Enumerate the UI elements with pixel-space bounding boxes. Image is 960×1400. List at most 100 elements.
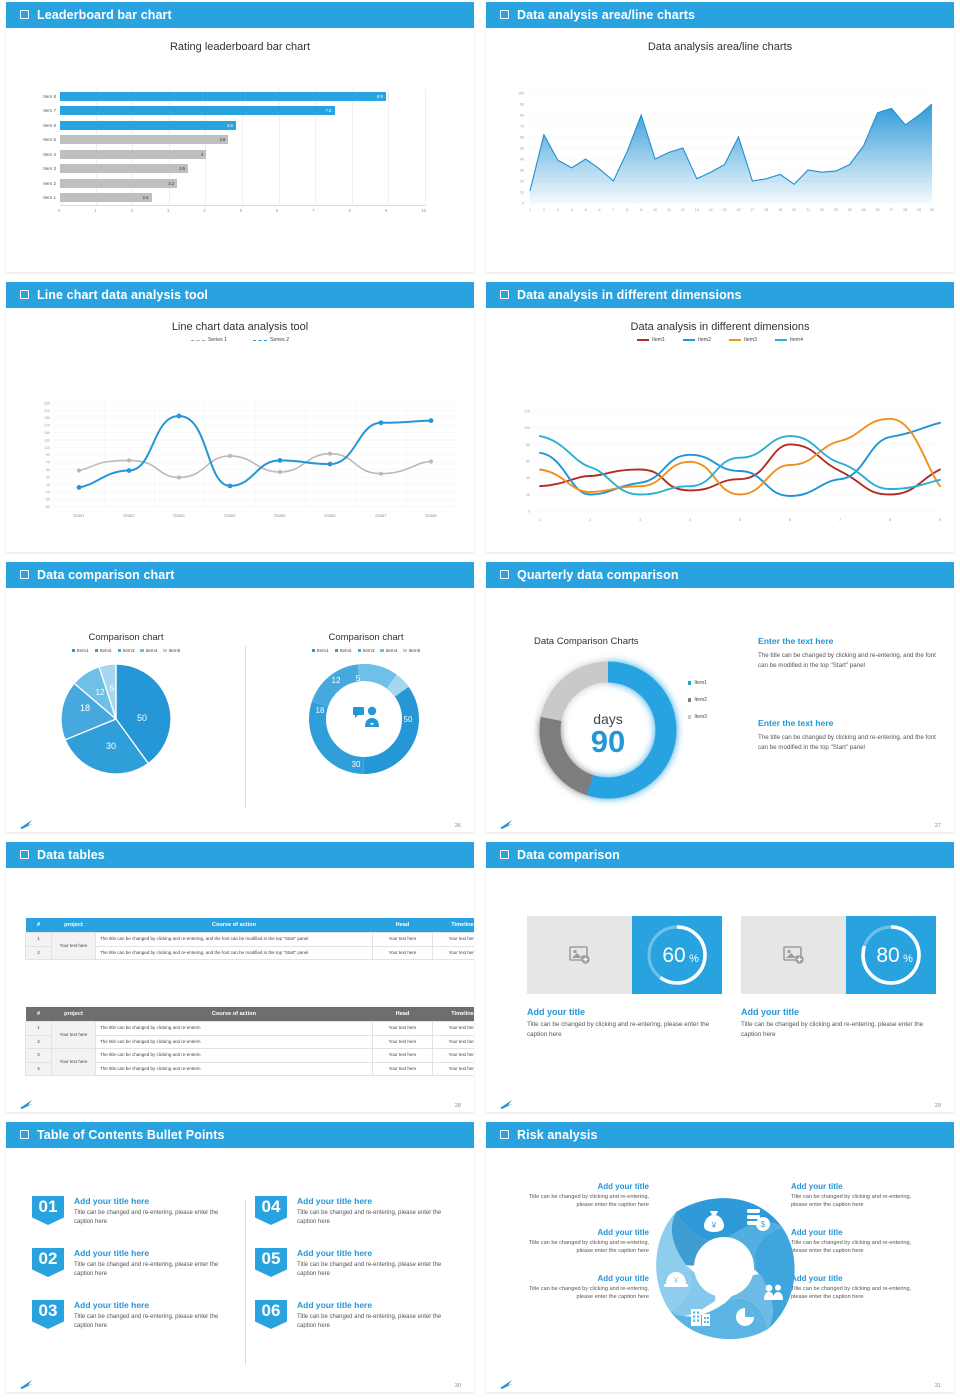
svg-text:100: 100 xyxy=(518,92,524,96)
text-block-body[interactable]: The title can be changed by clicking and… xyxy=(758,651,938,670)
svg-text:-30: -30 xyxy=(45,498,50,502)
risk-item-3[interactable]: Add your title Title can be changed by cl… xyxy=(514,1274,649,1302)
legend-label: Item2 xyxy=(339,648,352,653)
center-value: 90 xyxy=(591,724,625,759)
chart-legend: Item1 Item2 Item3 Item4 Item5 xyxy=(6,648,246,653)
legend-item[interactable]: Item4 xyxy=(140,648,157,653)
svg-text:13: 13 xyxy=(695,208,699,212)
x-tick: 6 xyxy=(275,208,279,213)
slide-header-title: Table of Contents Bullet Points xyxy=(37,1128,225,1142)
legend-item-series1[interactable]: Series 1 xyxy=(190,337,227,343)
bar-value: 4.6 xyxy=(219,137,226,143)
percent-unit: % xyxy=(903,953,913,965)
cell-course: The title can be changed by clicking and… xyxy=(95,1048,373,1063)
svg-text:8: 8 xyxy=(889,518,891,522)
image-placeholder[interactable] xyxy=(741,916,846,994)
legend-item[interactable]: Item2 xyxy=(334,648,352,653)
toc-item-04[interactable]: 04 Add your title here Title can be chang… xyxy=(255,1196,448,1227)
slide-data-tables: Data tables # project Course of action H… xyxy=(0,840,480,1120)
svg-text:0: 0 xyxy=(522,202,524,206)
x-tick: 8 xyxy=(348,208,351,213)
legend-item[interactable]: Item1 xyxy=(688,680,707,686)
data-table-primary: # project Course of action Head Timeline… xyxy=(25,918,474,961)
toc-item-03[interactable]: 03 Add your title here Title can be chang… xyxy=(32,1300,225,1331)
svg-text:12: 12 xyxy=(96,688,105,697)
legend-item[interactable]: Item3 xyxy=(117,648,134,653)
svg-text:28: 28 xyxy=(903,208,907,212)
risk-text: Title can be changed by clicking and re-… xyxy=(528,1194,649,1209)
toc-text: Title can be changed and re-entering, pl… xyxy=(297,1262,442,1277)
svg-text:9: 9 xyxy=(939,518,941,522)
toc-item-02[interactable]: 02 Add your title here Title can be chang… xyxy=(32,1248,225,1279)
svg-text:18: 18 xyxy=(764,208,768,212)
legend-item[interactable]: Item3 xyxy=(357,648,374,653)
risk-item-1[interactable]: Add your title Title can be changed by cl… xyxy=(514,1182,649,1210)
slide-header-title: Risk analysis xyxy=(517,1128,598,1142)
text-block-title[interactable]: Enter the text here xyxy=(758,636,938,646)
toc-badge: 03 xyxy=(32,1300,64,1329)
text-block-1: Enter the text here The title can be cha… xyxy=(758,636,938,670)
bar-row: Item 3 3.5 xyxy=(28,162,426,177)
text-block-body[interactable]: The title can be changed by clicking and… xyxy=(758,733,938,752)
slide-data-comparison-chart: Data comparison chart Comparison chart I… xyxy=(0,560,480,840)
card-title[interactable]: Add your title xyxy=(741,1007,936,1017)
table-row[interactable]: 3 Your text here The title can be change… xyxy=(25,1048,474,1077)
x-tick: 9 xyxy=(384,208,388,213)
risk-item-2[interactable]: Add your title Title can be changed by cl… xyxy=(514,1228,649,1256)
cell-number: 4 xyxy=(25,1061,52,1077)
legend-item[interactable]: Item2 xyxy=(94,648,112,653)
legend-label: Item3 xyxy=(694,714,707,720)
legend-item-series2[interactable]: Series 2 xyxy=(253,337,289,343)
legend-item[interactable]: Item2 xyxy=(688,697,707,703)
text-block-title[interactable]: Enter the text here xyxy=(758,718,938,728)
card-title[interactable]: Add your title xyxy=(527,1007,722,1017)
cell-course: The title can be changed by clicking and… xyxy=(95,945,373,961)
image-placeholder[interactable] xyxy=(527,916,632,994)
x-tick: 7 xyxy=(312,208,315,213)
svg-text:4: 4 xyxy=(571,208,573,212)
toc-item-05[interactable]: 05 Add your title here Title can be chang… xyxy=(255,1248,448,1279)
toc-column-right: 04 Add your title here Title can be chang… xyxy=(225,1196,448,1352)
legend-item[interactable]: Item3 xyxy=(688,714,707,720)
svg-text:2: 2 xyxy=(589,518,591,522)
legend-item[interactable]: Item1 xyxy=(71,648,89,653)
table-row[interactable]: 1 Your text here The title can be change… xyxy=(25,931,474,961)
svg-text:14: 14 xyxy=(709,208,713,212)
toc-badge: 01 xyxy=(32,1196,64,1225)
col-timeline: Timeline xyxy=(432,918,474,933)
table-row[interactable]: 1 Your text here The title can be change… xyxy=(25,1020,474,1050)
bar-label: Item 6 xyxy=(43,122,56,128)
svg-text:30: 30 xyxy=(520,169,524,173)
legend-item[interactable]: Item5 xyxy=(403,648,420,653)
legend-item[interactable]: Item4 xyxy=(380,648,397,653)
svg-text:6: 6 xyxy=(789,518,791,522)
legend-label: Series 1 xyxy=(207,337,227,343)
svg-text:80: 80 xyxy=(526,443,530,447)
slide-header-title: Data tables xyxy=(37,848,105,862)
legend-item[interactable]: Item1 xyxy=(311,648,329,653)
text-block-2: Enter the text here The title can be cha… xyxy=(758,718,938,752)
svg-text:100: 100 xyxy=(524,426,530,430)
svg-text:Data2: Data2 xyxy=(123,513,135,518)
chart-title: Data analysis area/line charts xyxy=(647,41,793,53)
slide-header: Data analysis area/line charts xyxy=(486,2,954,28)
legend-item-item4[interactable]: Item4 xyxy=(774,337,803,343)
svg-text:Data8: Data8 xyxy=(425,513,437,518)
svg-text:19: 19 xyxy=(778,208,782,212)
card-text[interactable]: Title can be changed by clicking and re-… xyxy=(741,1020,936,1040)
legend-item-item2[interactable]: Item2 xyxy=(683,337,711,343)
toc-item-06[interactable]: 06 Add your title here Title can be chang… xyxy=(255,1300,448,1331)
line-chart: 230 210 190 170 150 130 110 90 70 50 30 10 -10 -3… xyxy=(44,401,457,518)
toc-item-01[interactable]: 01 Add your title here Title can be chang… xyxy=(32,1196,225,1227)
bar-chart: Item 8 8.9 Item 7 7.5 Item 6 4.8 Item 5 … xyxy=(28,89,426,219)
card-text[interactable]: Title can be changed by clicking and re-… xyxy=(527,1020,722,1040)
legend-item[interactable]: Item5 xyxy=(163,648,180,653)
col-number: # xyxy=(25,918,52,933)
svg-text:23: 23 xyxy=(834,208,838,212)
legend-item-item3[interactable]: Item3 xyxy=(729,337,757,343)
bar-value: 7.5 xyxy=(325,108,332,114)
bar-value: 3.5 xyxy=(179,166,186,172)
svg-text:60: 60 xyxy=(520,136,524,140)
page-number: 27 xyxy=(934,823,941,829)
legend-item-item1[interactable]: Item1 xyxy=(637,337,665,343)
